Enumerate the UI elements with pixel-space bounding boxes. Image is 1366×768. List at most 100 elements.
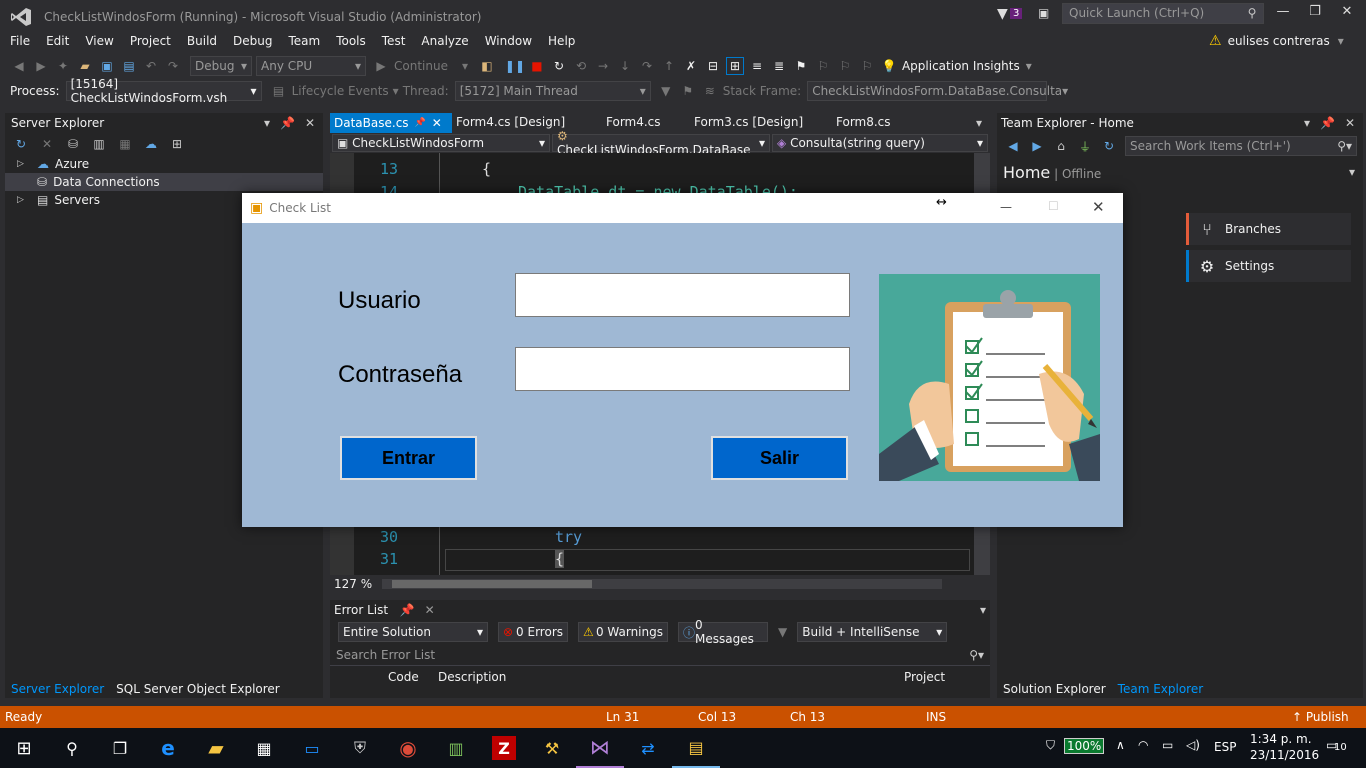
menu-team[interactable]: Team (288, 34, 320, 48)
platform-select[interactable]: Any CPU ▾ (256, 56, 366, 76)
app-form-icon[interactable]: ▤ (672, 728, 720, 768)
project-select[interactable]: ▣ CheckListWindosForm ▾ (332, 134, 550, 152)
tab-database-cs[interactable]: DataBase.cs 📌 ✕ (330, 113, 452, 133)
close-button[interactable]: ✕ (1092, 198, 1105, 216)
chevron-down-icon[interactable]: ▾ (393, 84, 399, 98)
member-select[interactable]: ◈ Consulta(string query) ▾ (772, 134, 988, 152)
class-select[interactable]: ⚙ CheckListWindosForm.DataBase ▾ (552, 129, 770, 157)
menu-analyze[interactable]: Analyze (421, 34, 468, 48)
minimize-button[interactable]: — (1268, 4, 1298, 24)
tab-server-explorer[interactable]: Server Explorer (5, 680, 110, 698)
exit-button[interactable]: Salir (711, 436, 848, 480)
lightbulb-icon[interactable]: 💡 (880, 57, 898, 75)
stack-frame-select[interactable]: CheckListWindosForm.DataBase.Consulta ▾ (807, 81, 1068, 101)
scrollbar-thumb[interactable] (392, 580, 593, 588)
battery-indicator[interactable]: 100% (1064, 738, 1105, 754)
home-icon[interactable]: ⌂ (1053, 138, 1069, 154)
tab-sql-server-object-explorer[interactable]: SQL Server Object Explorer (110, 680, 286, 698)
filezilla-icon[interactable]: Z (492, 736, 516, 760)
close-icon[interactable]: ✕ (432, 116, 442, 130)
bookmark-icon[interactable]: ⚑ (792, 57, 810, 75)
zoom-level[interactable]: 127 % (334, 577, 372, 591)
user-account[interactable]: ⚠ eulises contreras ▾ (1209, 33, 1344, 49)
search-icon[interactable]: ⚲ (48, 728, 96, 768)
quick-launch-input[interactable]: Quick Launch (Ctrl+Q) (1062, 3, 1264, 24)
pause-icon[interactable]: ❚❚ (505, 57, 525, 75)
menu-edit[interactable]: Edit (46, 34, 69, 48)
menu-tools[interactable]: Tools (336, 34, 366, 48)
forward-icon[interactable]: ▶ (1029, 138, 1045, 154)
back-icon[interactable]: ◀ (1005, 138, 1021, 154)
store-icon[interactable]: ▦ (240, 728, 288, 768)
chevron-down-icon[interactable]: ▾ (980, 603, 990, 617)
pin-icon[interactable]: 📌 (280, 116, 295, 130)
back-icon[interactable]: ◀ (10, 57, 28, 75)
file-explorer-icon[interactable]: ▰ (192, 728, 240, 768)
lenovo-icon[interactable]: ▭ (288, 728, 336, 768)
threads-icon[interactable]: ⊟ (704, 57, 722, 75)
tree-item-data-connections[interactable]: ⛁ Data Connections (5, 173, 323, 191)
volume-icon[interactable]: ◁) (1186, 738, 1200, 752)
comment-icon[interactable]: ≡ (748, 57, 766, 75)
forward-icon[interactable]: ▶ (32, 57, 50, 75)
stop-icon[interactable]: ■ (528, 57, 546, 75)
tab-form8-cs[interactable]: Form8.cs (832, 113, 972, 133)
publish-button[interactable]: ↑ Publish (1292, 710, 1349, 724)
stop-refresh-icon[interactable]: ✕ (39, 136, 55, 152)
process-select[interactable]: [15164] CheckListWindosForm.vsh ▾ (65, 77, 262, 105)
close-icon[interactable]: ✕ (1345, 116, 1355, 130)
chevron-up-icon[interactable]: ∧ (1116, 738, 1125, 752)
clear-bookmarks-icon[interactable]: ⚐ (858, 57, 876, 75)
connect-database-icon[interactable]: ⛁ (65, 136, 81, 152)
save-all-icon[interactable]: ▤ (120, 57, 138, 75)
work-items-search-input[interactable]: Search Work Items (Ctrl+') ⚲▾ (1125, 136, 1357, 156)
connect-icon[interactable]: ⏚ (1077, 138, 1093, 154)
search-icon[interactable]: ⚲ (1244, 5, 1260, 21)
save-icon[interactable]: ▣ (98, 57, 116, 75)
clock-date[interactable]: 23/11/2016 (1250, 748, 1319, 762)
step-into-icon[interactable]: ↓ (616, 57, 634, 75)
filter-icon[interactable]: ▼ (997, 6, 1008, 22)
application-insights-button[interactable]: Application Insights (902, 59, 1020, 73)
password-input[interactable] (515, 347, 850, 391)
column-header-description[interactable]: Description (438, 670, 506, 684)
close-icon[interactable]: ✕ (305, 116, 315, 130)
notification-badge[interactable]: 3 (1010, 8, 1023, 19)
messages-filter-button[interactable]: ⓘ 0 Messages (678, 618, 768, 646)
chevron-down-icon[interactable]: ▾ (1304, 116, 1310, 130)
chrome-icon[interactable]: ◉ (384, 728, 432, 768)
properties-icon[interactable]: ⊞ (169, 136, 185, 152)
menu-file[interactable]: File (10, 34, 30, 48)
connect-server-icon[interactable]: ▥ (91, 136, 107, 152)
show-next-statement-icon[interactable]: → (594, 57, 612, 75)
close-button[interactable]: ✕ (1332, 4, 1362, 24)
configuration-select[interactable]: Debug ▾ (190, 56, 252, 76)
menu-window[interactable]: Window (485, 34, 532, 48)
tree-item-azure[interactable]: ▷ ☁ Azure (5, 155, 323, 173)
open-folder-icon[interactable]: ▰ (76, 57, 94, 75)
lifecycle-events-button[interactable]: Lifecycle Events (292, 84, 389, 98)
feedback-icon[interactable]: ▣ (1038, 6, 1049, 20)
maximize-button[interactable]: ☐ (1048, 199, 1059, 213)
thread-select[interactable]: [5172] Main Thread ▾ (454, 81, 651, 101)
user-input[interactable] (515, 273, 850, 317)
refresh-icon[interactable]: ↻ (1101, 138, 1117, 154)
minimize-button[interactable]: — (1000, 200, 1012, 214)
pin-icon[interactable]: 📌 (1320, 116, 1335, 130)
maximize-button[interactable]: ❐ (1300, 4, 1330, 24)
form-title-bar[interactable]: ▣ Check List ↔ — ☐ ✕ (242, 193, 1123, 223)
column-header-code[interactable]: Code (388, 670, 419, 684)
undo-icon[interactable]: ↶ (142, 57, 160, 75)
build-source-select[interactable]: Build + IntelliSense ▾ (797, 622, 948, 642)
chevron-down-icon[interactable]: ▾ (1349, 165, 1363, 179)
play-icon[interactable]: ▶ (372, 57, 390, 75)
next-bookmark-icon[interactable]: ⚐ (836, 57, 854, 75)
menu-help[interactable]: Help (548, 34, 575, 48)
tools-icon[interactable]: ⚒ (528, 728, 576, 768)
connect-azure-icon[interactable]: ☁ (143, 136, 159, 152)
continue-button[interactable]: Continue (394, 59, 448, 73)
close-icon[interactable]: ✕ (425, 603, 435, 617)
tab-team-explorer[interactable]: Team Explorer (1112, 680, 1210, 698)
scope-select[interactable]: Entire Solution ▾ (338, 622, 488, 642)
tab-solution-explorer[interactable]: Solution Explorer (997, 680, 1112, 698)
